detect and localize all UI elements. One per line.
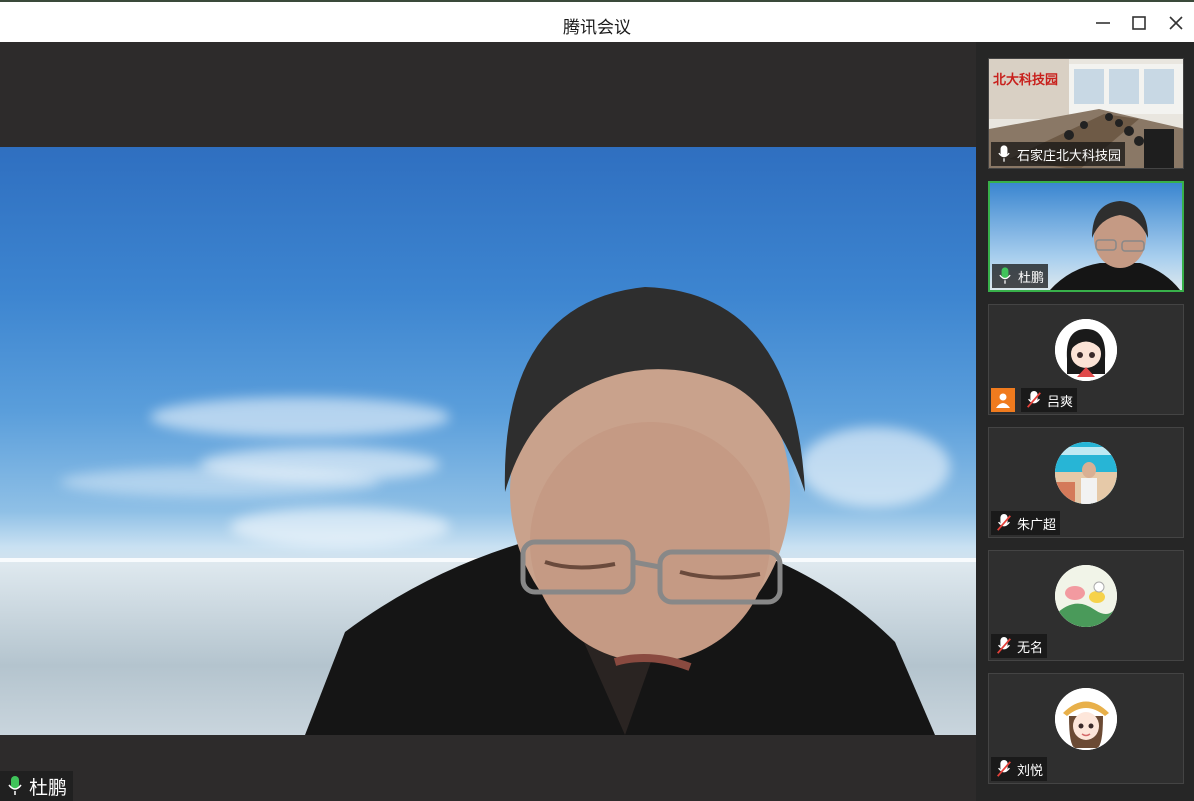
participant-tile-selected[interactable]: 杜鹏 [988,181,1184,292]
avatar [1055,688,1117,750]
participant-label: 吕爽 [991,388,1078,412]
main-speaker-name: 杜鹏 [29,776,68,799]
room-sign: 北大科技园 [993,73,1059,88]
participant-label: 刘悦 [991,757,1048,781]
participant-name: 刘悦 [1017,763,1044,779]
maximize-icon[interactable] [1128,12,1150,34]
participant-label: 无名 [991,634,1048,658]
mic-muted-icon [993,758,1015,780]
close-icon[interactable] [1165,12,1187,34]
mic-active-icon [4,775,26,797]
participant-label: 朱广超 [991,511,1061,535]
main-speaker-video[interactable] [0,147,976,735]
speaker-figure [305,287,935,735]
participant-tile[interactable]: 吕爽 [988,304,1184,415]
participant-name: 吕爽 [1047,394,1074,410]
avatar [1055,565,1117,627]
participant-name: 朱广超 [1017,517,1057,533]
participant-list[interactable]: 北大科技园 石家庄北大科技园 杜鹏 吕爽 朱广超 无名 刘悦 [976,42,1194,801]
avatar [1055,442,1117,504]
participant-name: 无名 [1017,640,1044,656]
participant-label: 石家庄北大科技园 [991,142,1126,166]
mic-icon [993,143,1015,165]
main-speaker-label: 杜鹏 [0,771,74,801]
participant-name: 石家庄北大科技园 [1017,148,1122,164]
mic-muted-icon [993,635,1015,657]
main-stage[interactable]: 杜鹏 [0,42,976,801]
minimize-icon[interactable] [1092,12,1114,34]
camera-off-icon [991,388,1015,412]
participant-name: 杜鹏 [1018,270,1045,286]
title-bar: 腾讯会议 [0,0,1194,42]
participant-tile[interactable]: 刘悦 [988,673,1184,784]
window-title: 腾讯会议 [563,18,631,38]
participant-tile[interactable]: 北大科技园 石家庄北大科技园 [988,58,1184,169]
participant-label: 杜鹏 [992,264,1049,288]
avatar [1055,319,1117,381]
participant-tile[interactable]: 无名 [988,550,1184,661]
mic-active-icon [994,265,1016,287]
participant-tile[interactable]: 朱广超 [988,427,1184,538]
meeting-window: 腾讯会议 杜鹏 北大科技园 石家庄北大科技园 杜鹏 吕爽 朱广超 无名 刘悦 [0,0,1194,801]
mic-muted-icon [993,512,1015,534]
mic-muted-icon [1023,389,1045,411]
